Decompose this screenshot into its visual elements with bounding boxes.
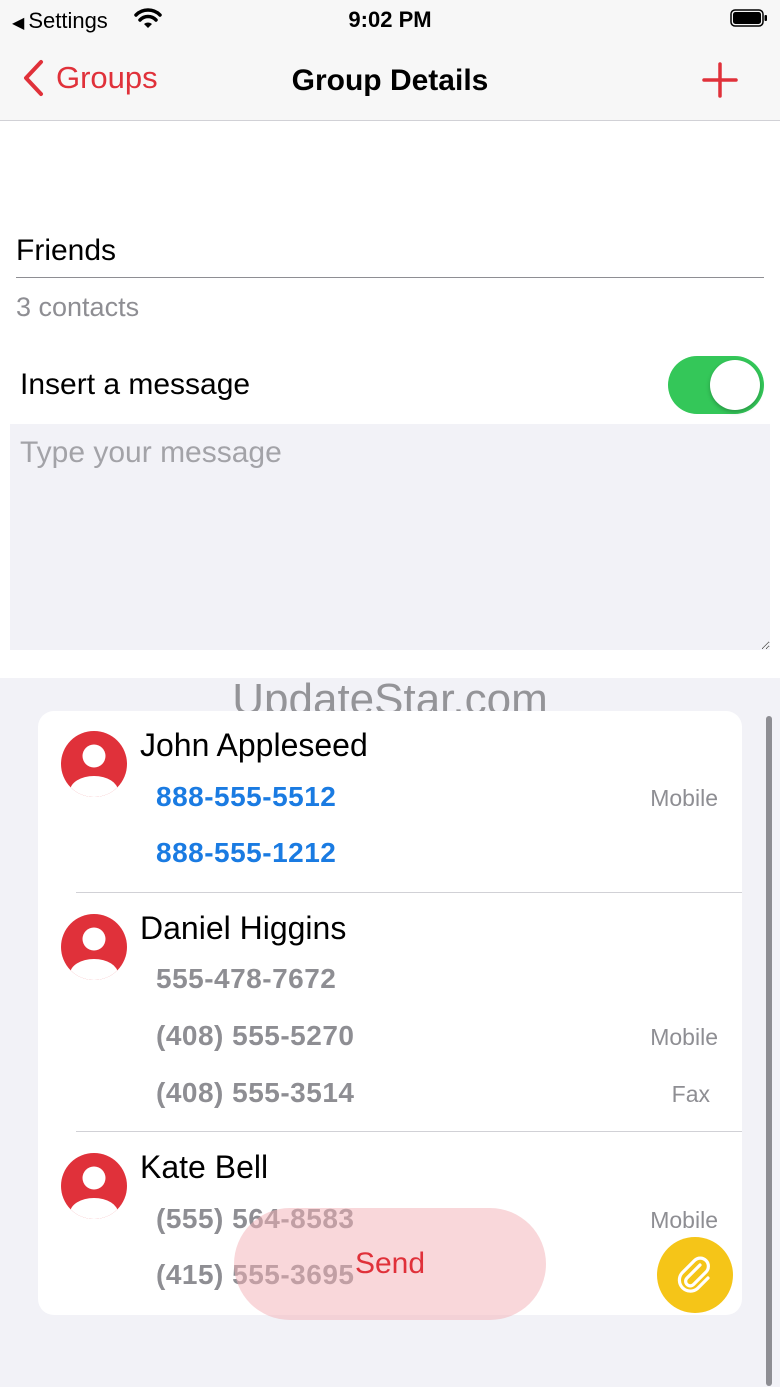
contact-name: Daniel Higgins [140, 910, 347, 946]
person-icon [61, 731, 127, 797]
phone-number[interactable]: 888-555-1212 [156, 837, 336, 869]
page-title: Group Details [291, 64, 489, 97]
status-time: 9:02 PM [348, 7, 432, 32]
person-icon [61, 1153, 127, 1219]
phone-number[interactable]: 555-478-7672 [156, 963, 336, 995]
battery-icon [730, 9, 767, 27]
row-divider [76, 1131, 742, 1132]
toggle-knob [710, 360, 760, 410]
add-contact-button[interactable] [700, 60, 740, 100]
status-bar: ◀ Settings 9:02 PM [0, 0, 780, 40]
group-name-field[interactable]: Friends [16, 230, 764, 278]
phone-number[interactable]: 888-555-5512 [156, 781, 336, 813]
insert-message-toggle[interactable] [668, 356, 764, 414]
attach-button[interactable] [657, 1237, 733, 1313]
paperclip-icon [677, 1256, 710, 1293]
row-divider [76, 892, 742, 893]
navigation-bar: Groups Group Details [0, 40, 780, 121]
phone-type: Mobile [650, 1024, 718, 1050]
message-input[interactable] [10, 424, 770, 650]
phone-type: Fax [671, 1081, 710, 1107]
send-button[interactable]: Send [234, 1208, 546, 1320]
insert-message-label: Insert a message [20, 368, 251, 401]
person-icon [61, 914, 127, 980]
plus-icon [702, 62, 738, 98]
contact-name: John Appleseed [140, 727, 368, 763]
contact-count: 3 contacts [16, 292, 140, 322]
phone-type: Mobile [650, 1207, 718, 1233]
phone-number[interactable]: (408) 555-3514 [156, 1077, 354, 1109]
phone-number[interactable]: (408) 555-5270 [156, 1020, 354, 1052]
phone-type: Mobile [650, 785, 718, 811]
contact-name: Kate Bell [140, 1149, 269, 1185]
scrollbar[interactable] [766, 716, 772, 1386]
